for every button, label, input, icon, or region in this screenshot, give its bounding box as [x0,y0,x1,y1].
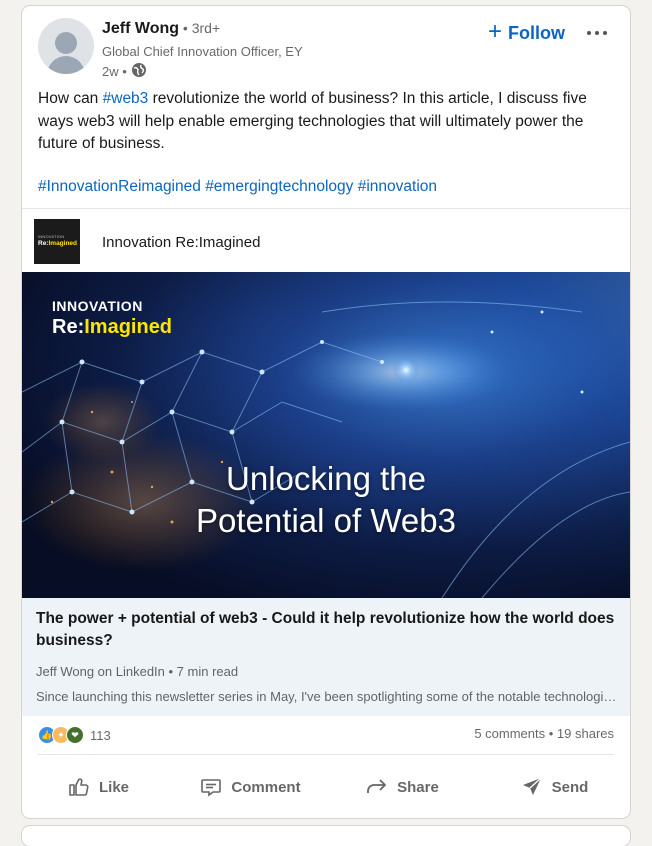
send-button[interactable]: Send [478,762,630,812]
reactions-summary[interactable]: 👍 ✦ ❤ 113 [38,726,111,744]
globe-icon [131,62,147,81]
article-title[interactable]: The power + potential of web3 - Could it… [36,608,621,652]
support-icon: ❤ [66,726,84,744]
comment-button[interactable]: Comment [174,762,326,812]
comments-count[interactable]: 5 comments [474,726,545,741]
shares-count[interactable]: 19 shares [557,726,614,741]
image-title-line2: Potential of Web3 [196,502,456,539]
image-brand-line1: INNOVATION [52,298,143,314]
author-name-row: Jeff Wong • 3rd+ [102,20,220,38]
like-label: Like [98,778,129,796]
newsletter-logo-line1: INNOVATION [38,234,65,239]
like-button[interactable]: Like [22,762,174,812]
hashtag-web3[interactable]: #web3 [103,90,149,107]
hashtag-list: #InnovationReimagined #emergingtechnolog… [38,178,437,196]
thumbs-up-icon [67,775,91,799]
newsletter-bar[interactable]: INNOVATION Re:Imagined Innovation Re:Ima… [22,208,630,273]
newsletter-title: Innovation Re:Imagined [102,234,261,251]
action-bar: Like Comment Share Send [22,762,630,812]
author-headline: Global Chief Innovation Officer, EY [102,44,303,59]
avatar-body [47,56,85,74]
connection-degree: • 3rd+ [179,20,221,36]
author-avatar[interactable] [38,18,94,74]
hashtag-link[interactable]: #emergingtechnology [205,178,353,195]
newsletter-logo: INNOVATION Re:Imagined [34,219,80,264]
reactions-count: 113 [90,727,111,743]
article-cover-image[interactable]: INNOVATION Re:Imagined Unlocking the Pot… [22,272,630,598]
next-feed-card [22,826,630,846]
article-snippet: Since launching this newsletter series i… [36,689,620,704]
post-text-prefix: How can [38,90,103,107]
plus-icon: + [488,18,503,45]
divider [38,754,614,755]
hashtag-link[interactable]: #innovation [358,178,437,195]
share-button[interactable]: Share [326,762,478,812]
post-meta: 2w • [102,62,147,81]
follow-button[interactable]: + Follow [488,18,565,48]
follow-label: Follow [508,22,566,43]
post-text: How can #web3 revolutionize the world of… [38,88,618,156]
hashtag-link[interactable]: #InnovationReimagined [38,178,201,195]
image-brand-line2: Re:Imagined [52,316,173,338]
send-icon [520,775,544,799]
send-label: Send [551,778,589,796]
avatar-head [55,32,77,54]
share-label: Share [397,778,439,796]
separator: • [545,726,557,741]
share-icon [365,775,389,799]
feed-post-card: Jeff Wong • 3rd+ Global Chief Innovation… [22,6,630,818]
image-title: Unlocking the Potential of Web3 [22,458,630,542]
comment-label: Comment [231,778,301,796]
more-options-icon[interactable] [582,18,612,48]
newsletter-logo-line2: Re:Imagined [38,240,78,247]
article-info[interactable]: The power + potential of web3 - Could it… [22,598,630,716]
post-time: 2w • [102,64,127,79]
comment-icon [199,775,223,799]
article-byline: Jeff Wong on LinkedIn • 7 min read [36,664,239,679]
comments-shares: 5 comments • 19 shares [474,726,614,741]
social-counts: 👍 ✦ ❤ 113 5 comments • 19 shares [38,726,614,746]
image-title-line1: Unlocking the [226,460,426,497]
author-name[interactable]: Jeff Wong [102,20,179,37]
